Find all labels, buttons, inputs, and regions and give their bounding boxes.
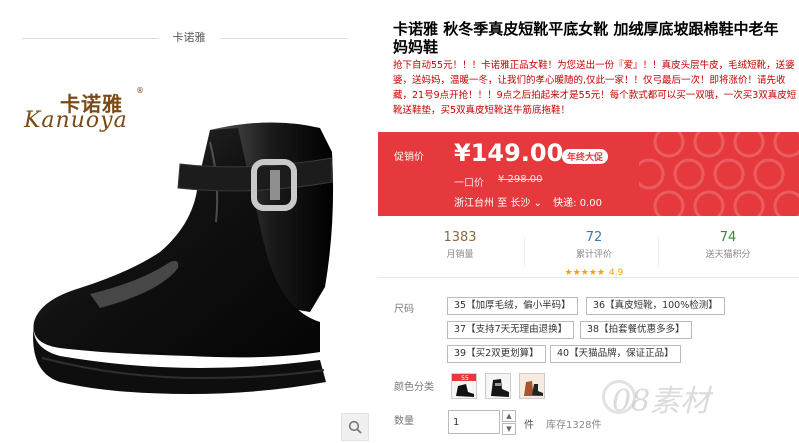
zoom-button[interactable] (341, 413, 369, 441)
product-image[interactable] (20, 112, 360, 402)
ship-to: 长沙 (510, 198, 531, 209)
watermark: 08素材 (612, 384, 711, 419)
product-gallery: 卡诺雅 卡诺雅 ® Kanuoya (0, 0, 378, 443)
chevron-down-icon: ⌄ (533, 198, 542, 209)
size-option[interactable]: 37【支持7天无理由退换】 (447, 321, 575, 339)
shipping-info: 浙江台州 至 长沙 ⌄ 快递: 0.00 (454, 194, 602, 209)
stat-reviews[interactable]: 72 累计评价 ★★★★★ 4.9 (524, 230, 664, 279)
size-option[interactable]: 39【买2双更划算】 (447, 345, 546, 363)
color-label: 颜色分类 (394, 382, 434, 393)
quantity-unit: 件 (524, 420, 534, 431)
product-title: 卡诺雅 秋冬季真皮短靴平底女靴 加绒厚底坡跟棉鞋中老年妈妈鞋 (393, 20, 779, 56)
ship-from: 浙江台州 (454, 198, 494, 209)
original-price-label: 一口价 (454, 178, 484, 189)
stat-number: 74 (719, 230, 737, 245)
swatch-badge: 55 (461, 375, 469, 382)
product-info: 卡诺雅 秋冬季真皮短靴平底女靴 加绒厚底坡跟棉鞋中老年妈妈鞋 抢下自动55元！！… (378, 0, 799, 443)
brand-logo-reg: ® (136, 86, 144, 95)
ship-to-select[interactable]: 长沙 ⌄ (510, 198, 542, 209)
stat-divider (524, 236, 525, 268)
boot-thumbnail-icon (520, 374, 544, 398)
size-option[interactable]: 36【真皮短靴，100%检测】 (586, 297, 725, 315)
product-description: 抢下自动55元！！！卡诺雅正品女鞋！为您送出一份『爱』！！真皮头层牛皮，毛绒短靴… (393, 60, 797, 116)
ship-fee: 快递: 0.00 (553, 198, 602, 209)
size-label: 尺码 (394, 304, 414, 315)
quantity-increase-button[interactable]: ▲ (502, 410, 516, 422)
size-option[interactable]: 38【拍套餐优惠多多】 (580, 321, 692, 339)
color-swatch[interactable] (519, 373, 545, 399)
size-option[interactable]: 35【加厚毛绒，偏小半码】 (447, 297, 578, 315)
quantity-input[interactable] (448, 410, 500, 434)
quantity-label: 数量 (394, 416, 414, 427)
stat-divider (658, 236, 659, 268)
stat-label: 累计评价 (575, 250, 612, 260)
rating-stars: ★★★★★ (564, 268, 605, 278)
stat-points: 74 送天猫积分 (658, 230, 798, 260)
rating-value: 4.9 (609, 268, 624, 278)
price-panel: 促销价 ¥149.00 年终大促 一口价 ¥ 298.00 浙江台州 至 长沙 … (378, 132, 799, 216)
color-swatch[interactable] (485, 373, 511, 399)
promo-price: ¥149.00 (454, 139, 564, 167)
price-panel-pattern (639, 132, 799, 216)
boot-thumbnail-icon: 55 (452, 374, 476, 397)
stat-label: 送天猫积分 (705, 250, 751, 260)
store-name-wrap: 卡诺雅 (0, 29, 378, 45)
original-price: ¥ 298.00 (498, 174, 543, 185)
stat-label: 月销量 (446, 250, 474, 260)
size-option[interactable]: 40【天猫品牌，保证正品】 (550, 345, 681, 363)
stock-count: 库存1328件 (546, 420, 602, 431)
promo-price-label: 促销价 (394, 152, 424, 163)
stat-number: 72 (585, 230, 603, 245)
promo-badge: 年终大促 (562, 149, 609, 164)
quantity-decrease-button[interactable]: ▼ (502, 423, 516, 435)
search-icon (348, 420, 362, 434)
color-swatch[interactable]: 55 (451, 373, 477, 399)
store-name[interactable]: 卡诺雅 (158, 31, 220, 44)
stat-monthly-sales: 1383 月销量 (390, 230, 530, 260)
stat-number: 1383 (443, 230, 477, 245)
ship-to-word: 至 (497, 198, 508, 209)
boot-thumbnail-icon (491, 379, 509, 397)
sales-stats: 1383 月销量 72 累计评价 ★★★★★ 4.9 74 送天猫积分 (378, 222, 799, 278)
